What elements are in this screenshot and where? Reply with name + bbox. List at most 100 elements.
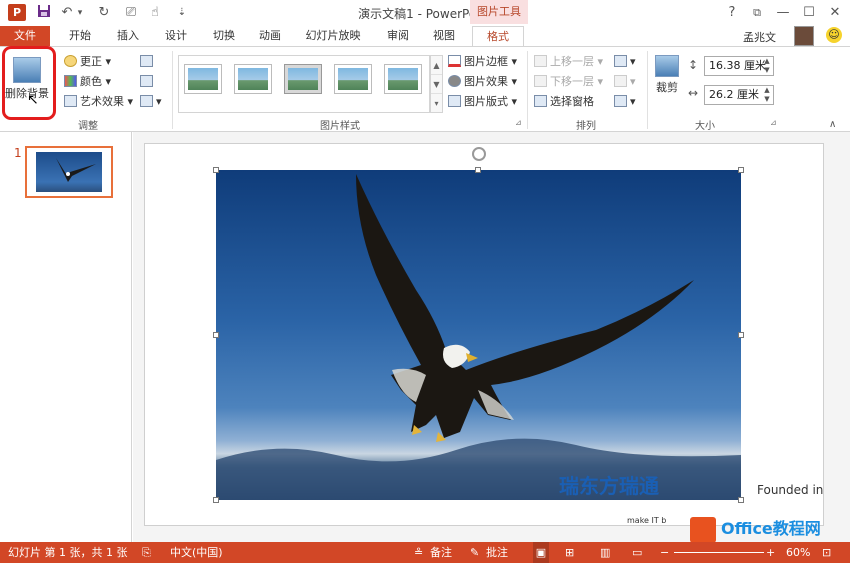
crop-button[interactable]: 裁剪 [652,51,682,113]
bring-forward-button[interactable]: 上移一层 ▾ [534,53,603,71]
ribbon: 删除背景 更正 ▾ 颜色 ▾ 艺术效果 ▾ ▾ 调整 ▲ ▼ ▾ 图片边框 ▾ … [0,46,850,132]
slideshow-view-icon[interactable]: ▭ [632,542,642,563]
zoom-level[interactable]: 60% [786,542,810,563]
tab-design[interactable]: 设计 [158,26,194,46]
fit-slide-icon[interactable]: ⊡ [822,542,831,563]
corrections-icon [64,55,77,67]
ribbon-tabs: 文件 开始 插入 设计 切换 动画 幻灯片放映 审阅 视图 格式 孟兆文 ☺ [0,26,850,47]
shape-width-input[interactable]: 26.2 厘米 ▲ ▼ [704,85,774,105]
thumbnail-image [36,152,102,192]
color-button[interactable]: 颜色 ▾ [64,73,111,91]
shape-width-icon: ↔ [688,86,699,100]
picture-effects-button[interactable]: 图片效果 ▾ [448,73,517,91]
resize-handle-n[interactable] [475,167,481,173]
send-backward-button[interactable]: 下移一层 ▾ [534,73,603,91]
gallery-down-icon[interactable]: ▼ [431,75,442,94]
watermark-slogan: make IT b [627,516,667,525]
resize-handle-nw[interactable] [213,167,219,173]
status-bar: 幻灯片 第 1 张，共 1 张 ⎘ 中文(中国) ≗ 备注 ✎ 批注 ▣ ⊞ ▥… [0,542,850,563]
picture-border-icon [448,55,461,67]
width-spinner-icon[interactable]: ▲ ▼ [763,86,771,104]
tab-file[interactable]: 文件 [0,26,50,46]
highlight-ring [2,46,56,120]
gallery-scroll[interactable]: ▲ ▼ ▾ [430,55,443,113]
gallery-up-icon[interactable]: ▲ [431,56,442,75]
artistic-effects-icon [64,95,77,107]
artistic-effects-button[interactable]: 艺术效果 ▾ [64,93,133,111]
spell-check-icon[interactable]: ⎘ [142,542,151,563]
user-name[interactable]: 孟兆文 [743,29,776,45]
adjust-group-label: 调整 [78,121,98,132]
maximize-icon[interactable]: ☐ [798,3,820,23]
resize-handle-e[interactable] [738,332,744,338]
slide-count-status[interactable]: 幻灯片 第 1 张，共 1 张 [8,542,127,563]
minimize-icon[interactable]: — [772,3,794,23]
group-icon[interactable]: ▾ [614,73,636,91]
picture-style-4[interactable] [334,64,372,94]
resize-handle-sw[interactable] [213,497,219,503]
color-icon [64,75,77,87]
align-icon[interactable]: ▾ [614,53,636,71]
notes-icon[interactable]: ≗ [414,542,423,563]
shape-height-icon: ↕ [688,58,699,72]
rotate-icon[interactable]: ▾ [614,93,636,111]
zoom-in-icon[interactable]: + [766,542,775,563]
resize-handle-w[interactable] [213,332,219,338]
arrange-group-label: 排列 [576,121,596,132]
collapse-ribbon-icon[interactable]: ∧ [829,119,836,130]
selection-pane-button[interactable]: 选择窗格 [534,93,594,111]
slide-sorter-icon[interactable]: ⊞ [565,542,574,563]
tab-view[interactable]: 视图 [426,26,462,46]
avatar[interactable] [794,26,814,46]
tab-review[interactable]: 审阅 [380,26,416,46]
picture-styles-group-label: 图片样式 [320,121,360,132]
slide-thumbnail[interactable] [25,146,113,198]
change-picture-icon[interactable] [140,73,156,91]
tab-format[interactable]: 格式 [472,26,524,47]
picture-layout-button[interactable]: 图片版式 ▾ [448,93,517,111]
watermark-ruitong: 瑞东方瑞通 [559,474,659,498]
comments-button[interactable]: 批注 [486,542,508,563]
corrections-button[interactable]: 更正 ▾ [64,53,111,71]
mouse-pointer-icon: ↖ [27,92,39,108]
picture-style-2[interactable] [234,64,272,94]
bring-forward-icon [534,55,547,67]
rotate-handle-icon[interactable] [472,147,486,161]
close-icon[interactable]: ✕ [824,3,846,23]
picture-effects-icon [448,75,461,87]
picture-style-1[interactable] [184,64,222,94]
tab-animations[interactable]: 动画 [252,26,288,46]
picture-styles-dialog-icon[interactable]: ⊿ [515,117,522,129]
picture-layout-icon [448,95,461,107]
picture-style-3[interactable] [284,64,322,94]
resize-handle-ne[interactable] [738,167,744,173]
zoom-out-icon[interactable]: − [660,542,669,563]
ribbon-display-options-icon[interactable]: ⧉ [746,3,768,23]
tab-home[interactable]: 开始 [62,26,98,46]
normal-view-icon[interactable]: ▣ [533,542,549,563]
feedback-smiley-icon[interactable]: ☺ [826,27,842,43]
language-status[interactable]: 中文(中国) [170,542,223,563]
tab-slideshow[interactable]: 幻灯片放映 [302,26,364,46]
shape-height-input[interactable]: 16.38 厘米 ▲ ▼ [704,56,774,76]
notes-button[interactable]: 备注 [430,542,452,563]
gallery-more-icon[interactable]: ▾ [431,94,442,113]
picture-border-button[interactable]: 图片边框 ▾ [448,53,517,71]
eagle-picture[interactable] [216,170,741,500]
resize-handle-se[interactable] [738,497,744,503]
slide-editing-canvas: 瑞东方瑞通 make IT b Founded in Office教程网 [133,132,850,543]
tab-transitions[interactable]: 切换 [206,26,242,46]
reading-view-icon[interactable]: ▥ [600,542,610,563]
slide[interactable] [144,143,824,526]
tab-insert[interactable]: 插入 [110,26,146,46]
zoom-slider[interactable] [674,552,764,553]
height-spinner-icon[interactable]: ▲ ▼ [763,57,771,75]
size-dialog-icon[interactable]: ⊿ [770,117,777,129]
help-icon[interactable]: ? [721,3,743,23]
size-group-label: 大小 [695,121,715,132]
reset-picture-icon[interactable]: ▾ [140,93,162,111]
compress-pictures-icon[interactable] [140,53,156,71]
picture-style-5[interactable] [384,64,422,94]
comments-icon[interactable]: ✎ [470,542,479,563]
selection-pane-icon [534,95,547,107]
